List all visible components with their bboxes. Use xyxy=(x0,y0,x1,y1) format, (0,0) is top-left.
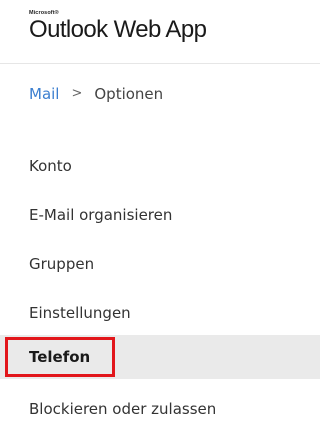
nav-item-telefon[interactable]: Telefon xyxy=(0,335,320,379)
nav-item-label: E-Mail organisieren xyxy=(29,206,173,224)
nav-item-konto[interactable]: Konto xyxy=(0,142,320,191)
nav-item-label: Konto xyxy=(29,157,72,175)
chevron-right-icon: > xyxy=(71,85,83,101)
breadcrumb: Mail > Optionen xyxy=(29,84,163,104)
nav-item-blockieren-oder-zulassen[interactable]: Blockieren oder zulassen xyxy=(0,385,320,434)
breadcrumb-current: Optionen xyxy=(94,85,164,103)
outlook-web-app-logo: Microsoft® Outlook Web App xyxy=(29,10,239,50)
highlight-box xyxy=(5,337,115,377)
nav-item-label: Einstellungen xyxy=(29,304,131,322)
breadcrumb-mail-link[interactable]: Mail xyxy=(29,85,59,103)
app-header: Microsoft® Outlook Web App xyxy=(0,0,320,64)
nav-item-label: Blockieren oder zulassen xyxy=(29,400,217,418)
nav-item-gruppen[interactable]: Gruppen xyxy=(0,240,320,289)
nav-item-einstellungen[interactable]: Einstellungen xyxy=(0,289,320,338)
nav-item-email-organisieren[interactable]: E-Mail organisieren xyxy=(0,191,320,240)
app-title: Outlook Web App xyxy=(29,16,207,43)
nav-item-label: Gruppen xyxy=(29,255,95,273)
